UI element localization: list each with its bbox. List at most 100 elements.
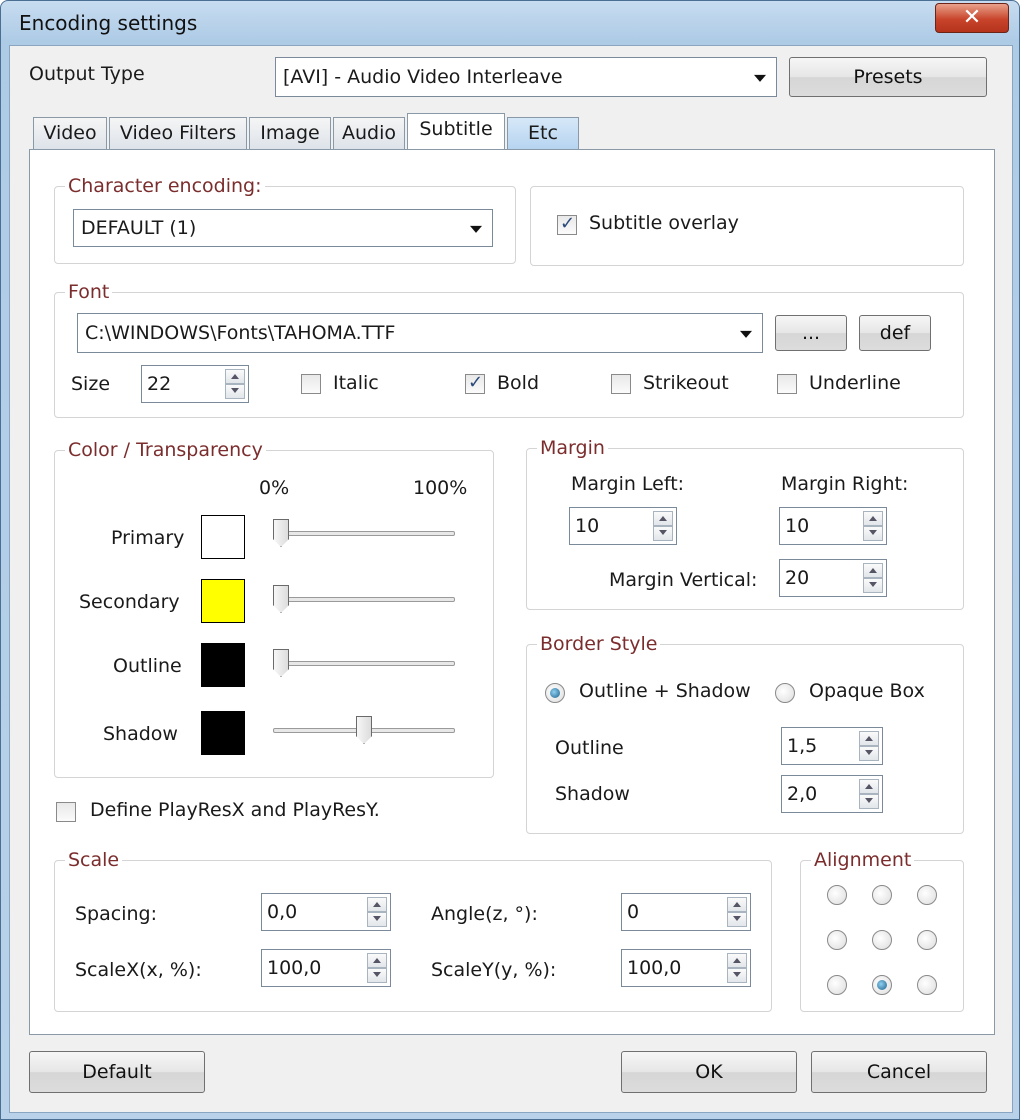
close-button[interactable]: ✕ (935, 3, 1009, 33)
outline-slider-thumb[interactable] (273, 649, 289, 677)
font-path-select[interactable]: C:\WINDOWS\Fonts\TAHOMA.TTF (77, 313, 763, 353)
spin-up-icon[interactable] (863, 511, 883, 526)
outline-shadow-label: Outline + Shadow (579, 680, 751, 702)
spin-buttons[interactable] (367, 897, 387, 927)
font-size-stepper[interactable]: 22 (141, 365, 249, 403)
default-button-label: Default (82, 1061, 152, 1083)
spin-buttons[interactable] (653, 511, 673, 541)
secondary-slider-thumb[interactable] (273, 585, 289, 613)
primary-slider-thumb[interactable] (273, 519, 289, 547)
spin-buttons[interactable] (859, 779, 879, 809)
spin-down-icon[interactable] (367, 968, 387, 983)
spin-down-icon[interactable] (367, 912, 387, 927)
angle-stepper[interactable]: 0 (621, 893, 751, 931)
font-default-button[interactable]: def (859, 315, 931, 351)
subtitle-overlay-checkbox[interactable] (557, 213, 577, 235)
italic-checkbox[interactable] (301, 374, 321, 394)
scaley-stepper[interactable]: 100,0 (621, 949, 751, 987)
align-radio-top-left[interactable] (827, 885, 847, 905)
spin-up-icon[interactable] (859, 779, 879, 794)
strikeout-checkbox[interactable] (611, 374, 631, 394)
align-radio-bottom-left[interactable] (827, 975, 847, 995)
outline-color-swatch[interactable] (201, 643, 245, 687)
tab-etc[interactable]: Etc (507, 117, 579, 149)
align-radio-middle-left[interactable] (827, 930, 847, 950)
align-radio-bottom-center[interactable] (872, 975, 892, 995)
spin-buttons[interactable] (367, 953, 387, 983)
secondary-slider-track[interactable] (273, 597, 455, 602)
shadow-slider-thumb[interactable] (356, 716, 372, 744)
spin-down-icon[interactable] (859, 746, 879, 761)
spin-up-icon[interactable] (653, 511, 673, 526)
spin-down-icon[interactable] (225, 384, 245, 399)
border-shadow-stepper[interactable]: 2,0 (781, 775, 883, 813)
margin-group: Margin Margin Left: 10 Margin Right: 10 … (526, 436, 964, 610)
spin-up-icon[interactable] (225, 369, 245, 384)
spin-down-icon[interactable] (863, 578, 883, 593)
cancel-button[interactable]: Cancel (811, 1051, 987, 1093)
tab-audio[interactable]: Audio (333, 117, 405, 149)
spin-up-icon[interactable] (367, 953, 387, 968)
shadow-color-swatch[interactable] (201, 711, 245, 755)
spacing-stepper[interactable]: 0,0 (261, 893, 391, 931)
spin-buttons[interactable] (859, 731, 879, 761)
scaley-value: 100,0 (627, 957, 682, 979)
spin-up-icon[interactable] (727, 897, 747, 912)
spin-buttons[interactable] (863, 511, 883, 541)
bold-checkbox[interactable] (465, 372, 485, 394)
opaque-box-label: Opaque Box (809, 680, 925, 702)
secondary-color-swatch[interactable] (201, 579, 245, 623)
output-type-select[interactable]: [AVI] - Audio Video Interleave (275, 57, 777, 97)
spin-down-icon[interactable] (727, 912, 747, 927)
margin-vertical-stepper[interactable]: 20 (779, 559, 887, 597)
align-radio-top-right[interactable] (917, 885, 937, 905)
tab-video-filters[interactable]: Video Filters (109, 117, 247, 149)
spin-up-icon[interactable] (859, 731, 879, 746)
spin-down-icon[interactable] (727, 968, 747, 983)
spin-down-icon[interactable] (859, 794, 879, 809)
margin-left-stepper[interactable]: 10 (569, 507, 677, 545)
outline-shadow-radio[interactable] (545, 683, 565, 703)
chevron-down-icon (754, 74, 766, 82)
font-browse-button[interactable]: ... (775, 315, 847, 351)
playres-label: Define PlayResX and PlayResY. (90, 799, 380, 821)
ok-button[interactable]: OK (621, 1051, 797, 1093)
opaque-box-radio[interactable] (775, 683, 795, 703)
margin-right-stepper[interactable]: 10 (779, 507, 887, 545)
angle-value: 0 (627, 901, 640, 923)
spin-buttons[interactable] (727, 953, 747, 983)
strikeout-label: Strikeout (643, 372, 729, 394)
subtitle-tab-panel: Character encoding: DEFAULT (1) Subtitle… (29, 149, 995, 1035)
spin-up-icon[interactable] (727, 953, 747, 968)
character-encoding-select[interactable]: DEFAULT (1) (73, 209, 493, 247)
align-radio-bottom-right[interactable] (917, 975, 937, 995)
spin-buttons[interactable] (863, 563, 883, 593)
transparency-min-label: 0% (259, 477, 290, 499)
spin-down-icon[interactable] (863, 526, 883, 541)
font-size-value: 22 (147, 373, 172, 395)
scalex-stepper[interactable]: 100,0 (261, 949, 391, 987)
primary-label: Primary (111, 527, 185, 549)
align-radio-middle-center[interactable] (872, 930, 892, 950)
spin-up-icon[interactable] (863, 563, 883, 578)
tab-subtitle[interactable]: Subtitle (407, 113, 505, 149)
default-button[interactable]: Default (29, 1051, 205, 1093)
primary-color-swatch[interactable] (201, 515, 245, 559)
spin-buttons[interactable] (727, 897, 747, 927)
tab-image[interactable]: Image (249, 117, 331, 149)
presets-button[interactable]: Presets (789, 57, 987, 97)
tab-video[interactable]: Video (33, 117, 107, 149)
primary-slider-track[interactable] (273, 531, 455, 536)
border-outline-label: Outline (555, 737, 624, 759)
align-radio-middle-right[interactable] (917, 930, 937, 950)
spin-up-icon[interactable] (367, 897, 387, 912)
border-outline-stepper[interactable]: 1,5 (781, 727, 883, 765)
outline-slider-track[interactable] (273, 661, 455, 666)
underline-checkbox[interactable] (777, 374, 797, 394)
align-radio-top-center[interactable] (872, 885, 892, 905)
playres-checkbox[interactable] (56, 802, 76, 822)
spin-buttons[interactable] (225, 369, 245, 399)
border-outline-value: 1,5 (787, 735, 818, 757)
spacing-label: Spacing: (75, 903, 157, 925)
spin-down-icon[interactable] (653, 526, 673, 541)
